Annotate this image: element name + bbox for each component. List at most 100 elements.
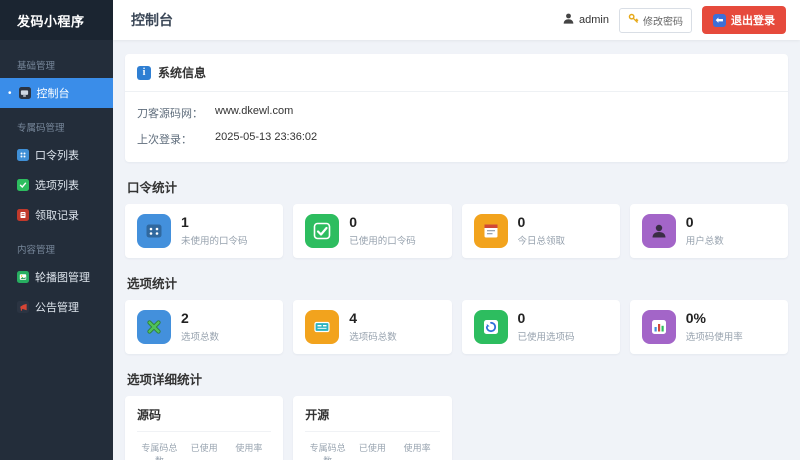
detail-col-header: 专属码总数 — [141, 443, 178, 460]
stat-card-unused-passwords: 1 未使用的口令码 — [125, 204, 284, 258]
logout-label: 退出登录 — [731, 15, 775, 27]
ticket-icon — [305, 310, 340, 344]
main-area: 控制台 admin 修改密码 ⬅ 退出登录 i 系统信息 刀客源码网： www.… — [113, 0, 800, 460]
stat-card-total-option-codes: 4 选项码总数 — [293, 300, 452, 354]
topbar-right: admin 修改密码 ⬅ 退出登录 — [562, 6, 786, 34]
user-chip[interactable]: admin — [562, 12, 609, 28]
check-icon — [17, 179, 29, 191]
stat-label: 选项码总数 — [349, 331, 397, 343]
sidebar-item-label: 领取记录 — [35, 210, 79, 222]
detail-card-open-source: 开源 专属码总数 2 已使用 0 使用率 0% — [293, 396, 452, 460]
detail-stats-row: 源码 专属码总数 2 已使用 0 使用率 0% — [125, 396, 788, 460]
sidebar-item-label: 公告管理 — [35, 302, 79, 314]
detail-card-title: 开源 — [305, 406, 440, 432]
logout-button[interactable]: ⬅ 退出登录 — [702, 6, 786, 34]
sidebar-nav: 基础管理 • 控制台 专属码管理 口令列表 选项列表 领取记录 内容管理 轮播图… — [0, 40, 113, 322]
info-value-site-url[interactable]: www.dkewl.com — [215, 105, 293, 121]
stat-value: 2 — [181, 310, 189, 327]
stat-label: 用户总数 — [685, 235, 724, 247]
detail-col: 专属码总数 2 — [137, 441, 182, 460]
record-icon — [17, 209, 29, 221]
detail-col: 使用率 0% — [395, 441, 440, 460]
option-stats-title: 选项统计 — [127, 277, 178, 291]
refresh-icon — [473, 310, 508, 344]
system-info-title: 系统信息 — [158, 66, 207, 80]
detail-col-header: 专属码总数 — [309, 443, 346, 460]
page-title: 控制台 — [131, 12, 173, 28]
system-info-header: i 系统信息 — [125, 54, 788, 92]
check-icon — [305, 214, 340, 248]
keypad-icon — [137, 214, 171, 248]
stat-card-total-users: 0 用户总数 — [629, 204, 788, 258]
stat-card-total-options: 2 选项总数 — [125, 300, 284, 354]
stat-label: 未使用的口令码 — [181, 235, 248, 247]
grid-spacer — [630, 396, 788, 460]
sidebar: 发码小程序 基础管理 • 控制台 专属码管理 口令列表 选项列表 领取记录 内容… — [0, 0, 113, 460]
detail-col-header: 使用率 — [235, 443, 263, 453]
detail-card-source-code: 源码 专属码总数 2 已使用 0 使用率 0% — [125, 396, 284, 460]
username: admin — [579, 14, 609, 26]
sidebar-item-label: 选项列表 — [35, 180, 79, 192]
stat-value: 0 — [517, 214, 526, 231]
sidebar-item-console[interactable]: • 控制台 — [0, 78, 113, 108]
password-stats-title: 口令统计 — [127, 181, 178, 195]
key-icon — [628, 13, 639, 27]
announcement-icon — [17, 301, 29, 313]
option-stats-row: 2 选项总数 4 选项码总数 0 已使用选项码 0% 选项码使用率 — [125, 300, 788, 354]
password-stats-row: 1 未使用的口令码 0 已使用的口令码 0 今日总领取 0 用户总数 — [125, 204, 788, 258]
stat-value: 4 — [349, 310, 358, 327]
user-icon — [562, 12, 575, 28]
detail-col-header: 已使用 — [358, 443, 386, 453]
nav-section-content: 内容管理 — [17, 245, 56, 256]
sidebar-item-carousel[interactable]: 轮播图管理 — [0, 262, 113, 292]
info-label: 上次登录： — [137, 134, 192, 146]
info-row-last-login: 上次登录： 2025-05-13 23:36:02 — [137, 126, 776, 152]
stat-value: 0 — [685, 214, 694, 231]
detail-col: 已使用 0 — [182, 441, 227, 460]
sidebar-item-claim-records[interactable]: 领取记录 — [0, 200, 113, 230]
console-icon — [18, 87, 31, 99]
detail-col: 已使用 0 — [350, 441, 395, 460]
topbar: 控制台 admin 修改密码 ⬅ 退出登录 — [113, 0, 800, 40]
stat-card-today-claims: 0 今日总领取 — [461, 204, 620, 258]
stat-label: 已使用的口令码 — [349, 235, 416, 247]
chart-icon — [641, 310, 676, 344]
stat-card-used-passwords: 0 已使用的口令码 — [293, 204, 452, 258]
sidebar-item-label: 轮播图管理 — [35, 272, 90, 284]
grid-spacer — [462, 396, 620, 460]
user-icon — [641, 214, 676, 248]
detail-stats-title: 选项详细统计 — [127, 373, 203, 387]
calendar-icon — [473, 214, 508, 248]
detail-columns: 专属码总数 2 已使用 0 使用率 0% — [137, 432, 271, 460]
detail-col: 专属码总数 2 — [305, 441, 350, 460]
stat-value: 0 — [349, 214, 358, 231]
puzzle-icon — [137, 310, 171, 344]
detail-card-title: 源码 — [137, 406, 272, 432]
detail-columns: 专属码总数 2 已使用 0 使用率 0% — [305, 432, 439, 460]
info-label: 刀客源码网： — [137, 108, 203, 120]
sidebar-item-label: 口令列表 — [35, 150, 79, 162]
sidebar-item-password-list[interactable]: 口令列表 — [0, 140, 113, 170]
sidebar-item-option-list[interactable]: 选项列表 — [0, 170, 113, 200]
stat-label: 选项总数 — [181, 331, 220, 343]
stat-label: 已使用选项码 — [517, 331, 575, 343]
sidebar-item-announcements[interactable]: 公告管理 — [0, 292, 113, 322]
stat-label: 选项码使用率 — [685, 331, 743, 343]
sidebar-item-label: 控制台 — [36, 88, 70, 100]
stat-card-option-usage-rate: 0% 选项码使用率 — [629, 300, 788, 354]
content: i 系统信息 刀客源码网： www.dkewl.com 上次登录： 2025-0… — [113, 40, 800, 460]
info-row-site: 刀客源码网： www.dkewl.com — [137, 100, 776, 126]
change-password-button[interactable]: 修改密码 — [619, 7, 692, 33]
system-info-body: 刀客源码网： www.dkewl.com 上次登录： 2025-05-13 23… — [125, 92, 788, 162]
detail-col: 使用率 0% — [227, 441, 272, 460]
info-icon: i — [137, 65, 151, 80]
nav-section-codes: 专属码管理 — [17, 123, 65, 134]
stat-value: 0 — [517, 310, 526, 327]
info-value-last-login: 2025-05-13 23:36:02 — [215, 131, 318, 143]
change-password-label: 修改密码 — [643, 16, 683, 28]
stat-card-used-option-codes: 0 已使用选项码 — [461, 300, 620, 354]
nav-section-basic: 基础管理 — [17, 61, 56, 72]
stat-value: 0% — [685, 310, 706, 327]
system-info-panel: i 系统信息 刀客源码网： www.dkewl.com 上次登录： 2025-0… — [125, 54, 788, 162]
app-title: 发码小程序 — [0, 0, 113, 40]
